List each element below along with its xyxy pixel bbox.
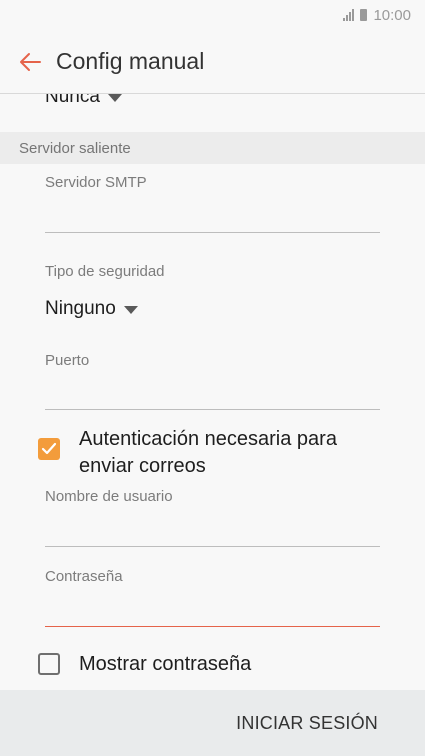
auth-required-label: Autenticación necesaria para enviar corr… [79,428,337,477]
section-header-outgoing: Servidor saliente [0,132,425,164]
smtp-server-label: Servidor SMTP [45,174,147,191]
username-input[interactable] [45,517,380,547]
show-password-checkbox-row[interactable]: Mostrar contraseña [38,651,379,678]
username-label: Nombre de usuario [45,488,173,505]
port-label: Puerto [45,352,90,369]
checkmark-icon [41,442,57,455]
arrow-left-icon [20,52,41,71]
sync-frequency-dropdown[interactable]: Nunca [45,94,122,108]
bottom-bar: INICIAR SESIÓN [0,690,425,756]
app-bar: Config manual [0,30,425,94]
screen: 10:00 Config manual Nunca Servidor salie… [0,0,425,756]
sync-frequency-value: Nunca [45,94,100,107]
security-type-label: Tipo de seguridad [45,263,165,280]
sign-in-button[interactable]: INICIAR SESIÓN [236,713,378,734]
auth-required-checkbox[interactable] [38,438,60,460]
page-title: Config manual [56,48,205,74]
caret-down-icon [123,306,138,314]
settings-form: Nunca Servidor saliente Servidor SMTP Ti… [0,94,425,690]
password-input[interactable] [45,597,380,627]
battery-icon [360,9,368,21]
status-time: 10:00 [373,6,411,24]
signal-icon [343,9,355,21]
smtp-server-input[interactable] [45,203,380,233]
caret-down-icon [107,94,122,102]
port-input[interactable] [45,380,380,410]
auth-required-checkbox-row[interactable]: Autenticación necesaria para enviar corr… [38,426,379,480]
status-icons [343,9,368,21]
show-password-checkbox[interactable] [38,653,60,675]
status-bar: 10:00 [0,0,425,30]
security-type-value: Ninguno [45,298,116,319]
show-password-label: Mostrar contraseña [79,653,252,675]
section-header-label: Servidor saliente [19,139,131,157]
security-type-dropdown[interactable]: Ninguno [45,298,138,320]
back-button[interactable] [10,42,50,82]
password-label: Contraseña [45,568,123,585]
